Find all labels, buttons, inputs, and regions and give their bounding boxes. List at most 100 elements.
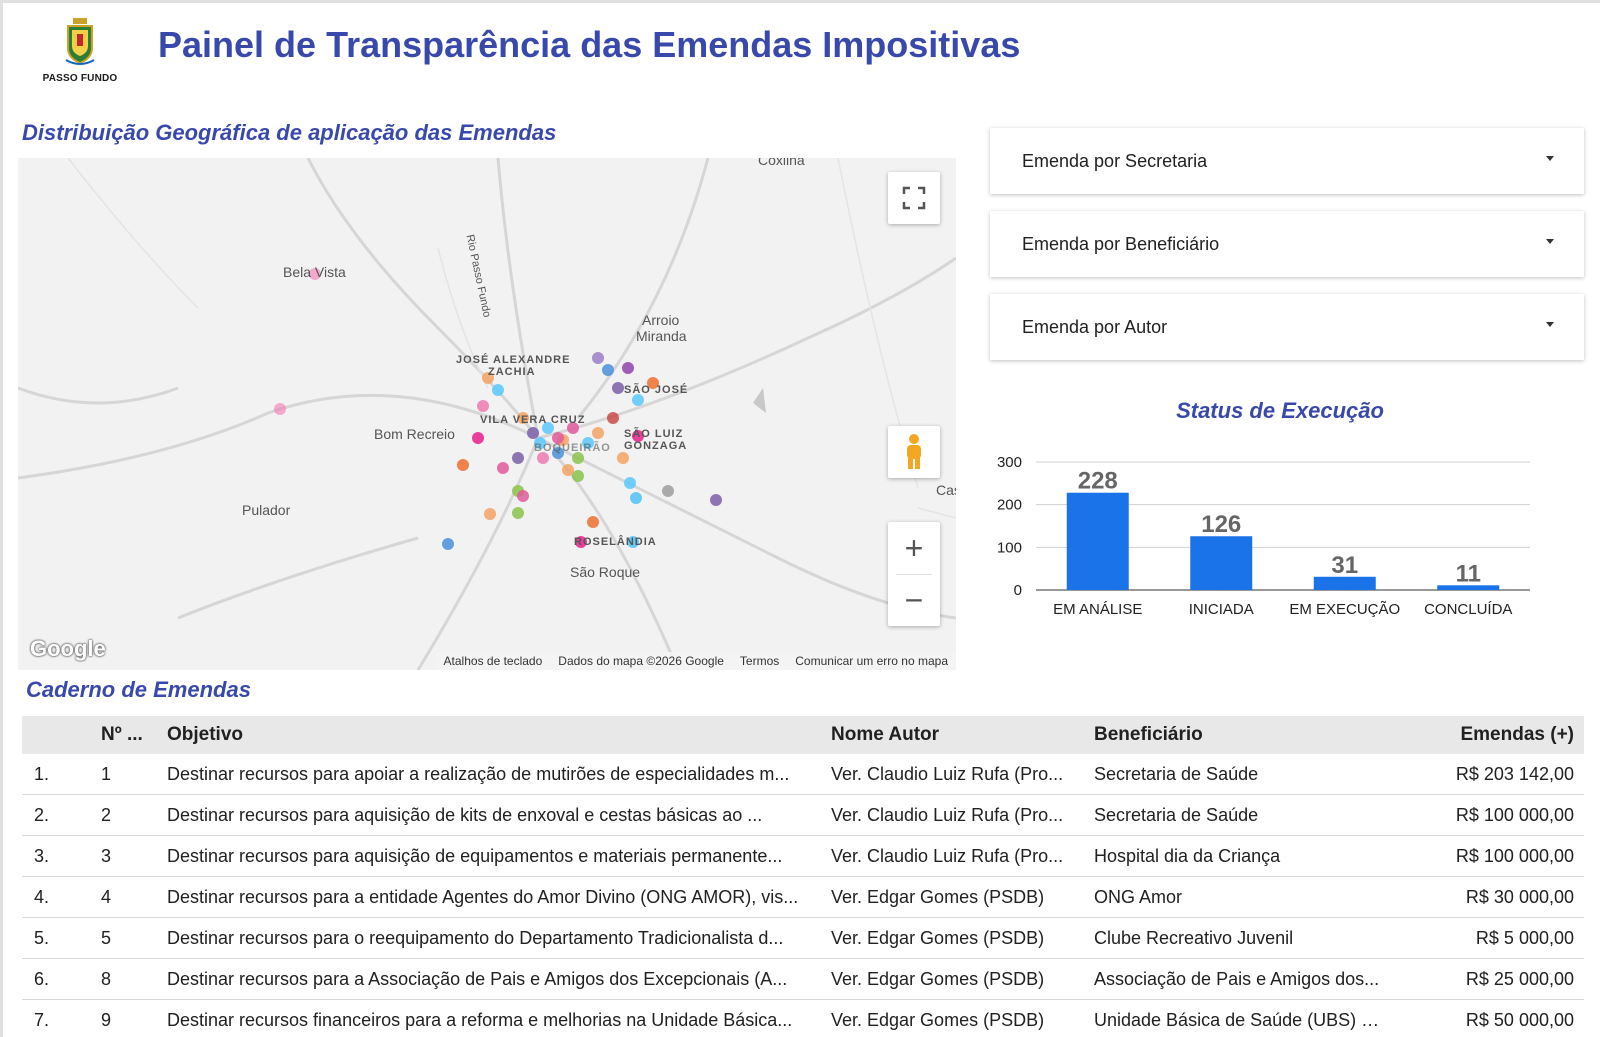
row-index: 6.	[34, 968, 50, 989]
row-autor: Ver. Claudio Luiz Rufa (Pro...	[831, 763, 1064, 784]
table-row[interactable]: 7. 9 Destinar recursos financeiros para a …	[22, 1000, 1584, 1037]
chevron-down-icon	[1546, 156, 1554, 161]
row-index: 1.	[34, 763, 50, 784]
row-objetivo: Destinar recursos para o reequipamento d…	[167, 927, 784, 948]
header-beneficiario[interactable]: Beneficiário	[1094, 724, 1394, 746]
row-index: 2.	[34, 804, 50, 825]
data-label: 228	[1078, 468, 1118, 495]
table-body: 1. 1 Destinar recursos para apoiar a reali…	[22, 754, 1584, 1037]
row-autor: Ver. Claudio Luiz Rufa (Pro...	[831, 845, 1064, 866]
map-label-bom-recreio: Bom Recreio	[374, 426, 455, 442]
filter-beneficiario[interactable]: Emenda por Beneficiário	[990, 211, 1584, 277]
header-autor[interactable]: Nome Autor	[831, 724, 1094, 746]
emendas-table: Nº ... Objetivo Nome Autor Beneficiário …	[22, 716, 1584, 1037]
row-objetivo: Destinar recursos para a Associação de P…	[167, 968, 788, 989]
filter-beneficiario-label: Emenda por Beneficiário	[1022, 233, 1220, 254]
row-objetivo: Destinar recursos financeiros para a ref…	[167, 1009, 793, 1030]
table-row[interactable]: 6. 8 Destinar recursos para a Associação d…	[22, 959, 1584, 1000]
x-tick-label: INICIADA	[1189, 601, 1254, 618]
row-num: 9	[101, 1009, 112, 1030]
header-valor[interactable]: Emendas (+)	[1394, 724, 1584, 746]
row-valor: R$ 100 000,00	[1455, 804, 1574, 825]
map-footer: Atalhos de teclado Dados do mapa ©2026 G…	[435, 652, 956, 670]
filter-autor-label: Emenda por Autor	[1022, 316, 1168, 337]
page-title: Painel de Transparência das Emendas Impo…	[158, 24, 1021, 65]
row-objetivo: Destinar recursos para aquisição de kits…	[167, 804, 763, 825]
row-index: 4.	[34, 886, 50, 907]
fullscreen-button[interactable]	[888, 172, 940, 224]
x-tick-label: CONCLUÍDA	[1424, 601, 1512, 618]
google-logo[interactable]: Google	[30, 636, 106, 662]
row-valor: R$ 203 142,00	[1455, 763, 1574, 784]
keyboard-shortcuts-link[interactable]: Atalhos de teclado	[444, 654, 543, 668]
table-row[interactable]: 5. 5 Destinar recursos para o reequipament…	[22, 918, 1584, 959]
row-autor: Ver. Claudio Luiz Rufa (Pro...	[831, 804, 1064, 825]
zoom-out-button[interactable]: −	[905, 575, 924, 626]
y-tick-label: 200	[997, 497, 1022, 514]
row-autor: Ver. Edgar Gomes (PSDB)	[831, 927, 1045, 948]
map-label-arroio: Arroio	[642, 312, 680, 328]
y-tick-label: 0	[1014, 582, 1022, 599]
row-beneficiario: ONG Amor	[1094, 886, 1183, 907]
coat-of-arms-icon	[65, 18, 95, 65]
row-beneficiario: Secretaria de Saúde	[1094, 763, 1259, 784]
table-section-title: Caderno de Emendas	[26, 677, 251, 702]
row-num: 2	[101, 804, 112, 825]
map-label-bela-vista: Bela Vista	[283, 264, 346, 280]
table-row[interactable]: 4. 4 Destinar recursos para a entidade Age…	[22, 877, 1584, 918]
map-data-text: Dados do mapa ©2026 Google	[558, 654, 724, 668]
map[interactable]: Coxilha Bela Vista Rio Passo Fundo Arroi…	[18, 158, 956, 670]
x-tick-label: EM EXECUÇÃO	[1289, 601, 1400, 618]
bar	[1066, 492, 1129, 590]
header-num[interactable]: Nº ...	[99, 724, 167, 746]
row-beneficiario: Unidade Básica de Saúde (UBS) e ...	[1094, 1009, 1392, 1030]
zoom-in-button[interactable]: +	[905, 522, 924, 574]
zoom-controls: + −	[888, 522, 940, 626]
row-num: 8	[101, 968, 112, 989]
bar	[1190, 536, 1253, 590]
table-row[interactable]: 2. 2 Destinar recursos para aquisição de k…	[22, 795, 1584, 836]
row-num: 1	[101, 763, 112, 784]
map-label-roselandia: ROSELÂNDIA	[574, 536, 657, 548]
status-chart: 0 100 200 300 228 EM ANÁLISE 126 INICIADA 31 EM E…	[990, 450, 1590, 640]
header-objetivo[interactable]: Objetivo	[167, 724, 831, 746]
terms-link[interactable]: Termos	[740, 654, 779, 668]
filter-autor[interactable]: Emenda por Autor	[990, 294, 1584, 360]
row-beneficiario: Secretaria de Saúde	[1094, 804, 1259, 825]
map-label-boqueirao: BOQUEIRÃO	[534, 442, 611, 454]
table-row[interactable]: 1. 1 Destinar recursos para apoiar a reali…	[22, 754, 1584, 795]
street-view-button[interactable]	[888, 426, 940, 478]
row-autor: Ver. Edgar Gomes (PSDB)	[831, 886, 1045, 907]
row-index: 5.	[34, 927, 50, 948]
map-label-vila-vera-cruz: VILA VERA CRUZ	[480, 414, 586, 426]
filter-secretaria[interactable]: Emenda por Secretaria	[990, 128, 1584, 194]
row-valor: R$ 100 000,00	[1455, 845, 1574, 866]
data-label: 11	[1456, 560, 1481, 587]
map-section-title: Distribuição Geográfica de aplicação das…	[22, 120, 557, 145]
report-error-link[interactable]: Comunicar um erro no mapa	[795, 654, 948, 668]
map-label-sao-luiz: SÃO LUIZ	[624, 428, 684, 440]
map-label-sao-roque: São Roque	[570, 564, 641, 580]
row-valor: R$ 25 000,00	[1465, 968, 1574, 989]
row-autor: Ver. Edgar Gomes (PSDB)	[831, 968, 1045, 989]
pegman-icon	[907, 434, 921, 469]
row-valor: R$ 5 000,00	[1475, 927, 1574, 948]
map-label-pulador: Pulador	[242, 502, 291, 518]
map-label-sao-jose: SÃO JOSÉ	[624, 384, 689, 396]
status-chart-svg: 0 100 200 300 228 EM ANÁLISE 126 INICIADA 31 EM E…	[997, 454, 1530, 618]
amendment-markers	[274, 268, 722, 550]
chevron-down-icon	[1546, 322, 1554, 327]
map-label-cas: Cas	[936, 482, 956, 498]
table-header: Nº ... Objetivo Nome Autor Beneficiário …	[22, 716, 1584, 754]
x-tick-label: EM ANÁLISE	[1053, 601, 1142, 618]
map-label-zachia: ZACHIA	[488, 366, 536, 378]
row-index: 3.	[34, 845, 50, 866]
row-valor: R$ 50 000,00	[1465, 1009, 1574, 1030]
row-objetivo: Destinar recursos para apoiar a realizaç…	[167, 763, 790, 784]
map-label-gonzaga: GONZAGA	[624, 440, 688, 452]
city-logo: PASSO FUNDO	[40, 18, 120, 88]
data-label: 31	[1331, 552, 1358, 579]
table-row[interactable]: 3. 3 Destinar recursos para aquisição de e…	[22, 836, 1584, 877]
map-label-miranda: Miranda	[636, 328, 687, 344]
logo-text: PASSO FUNDO	[42, 73, 118, 84]
